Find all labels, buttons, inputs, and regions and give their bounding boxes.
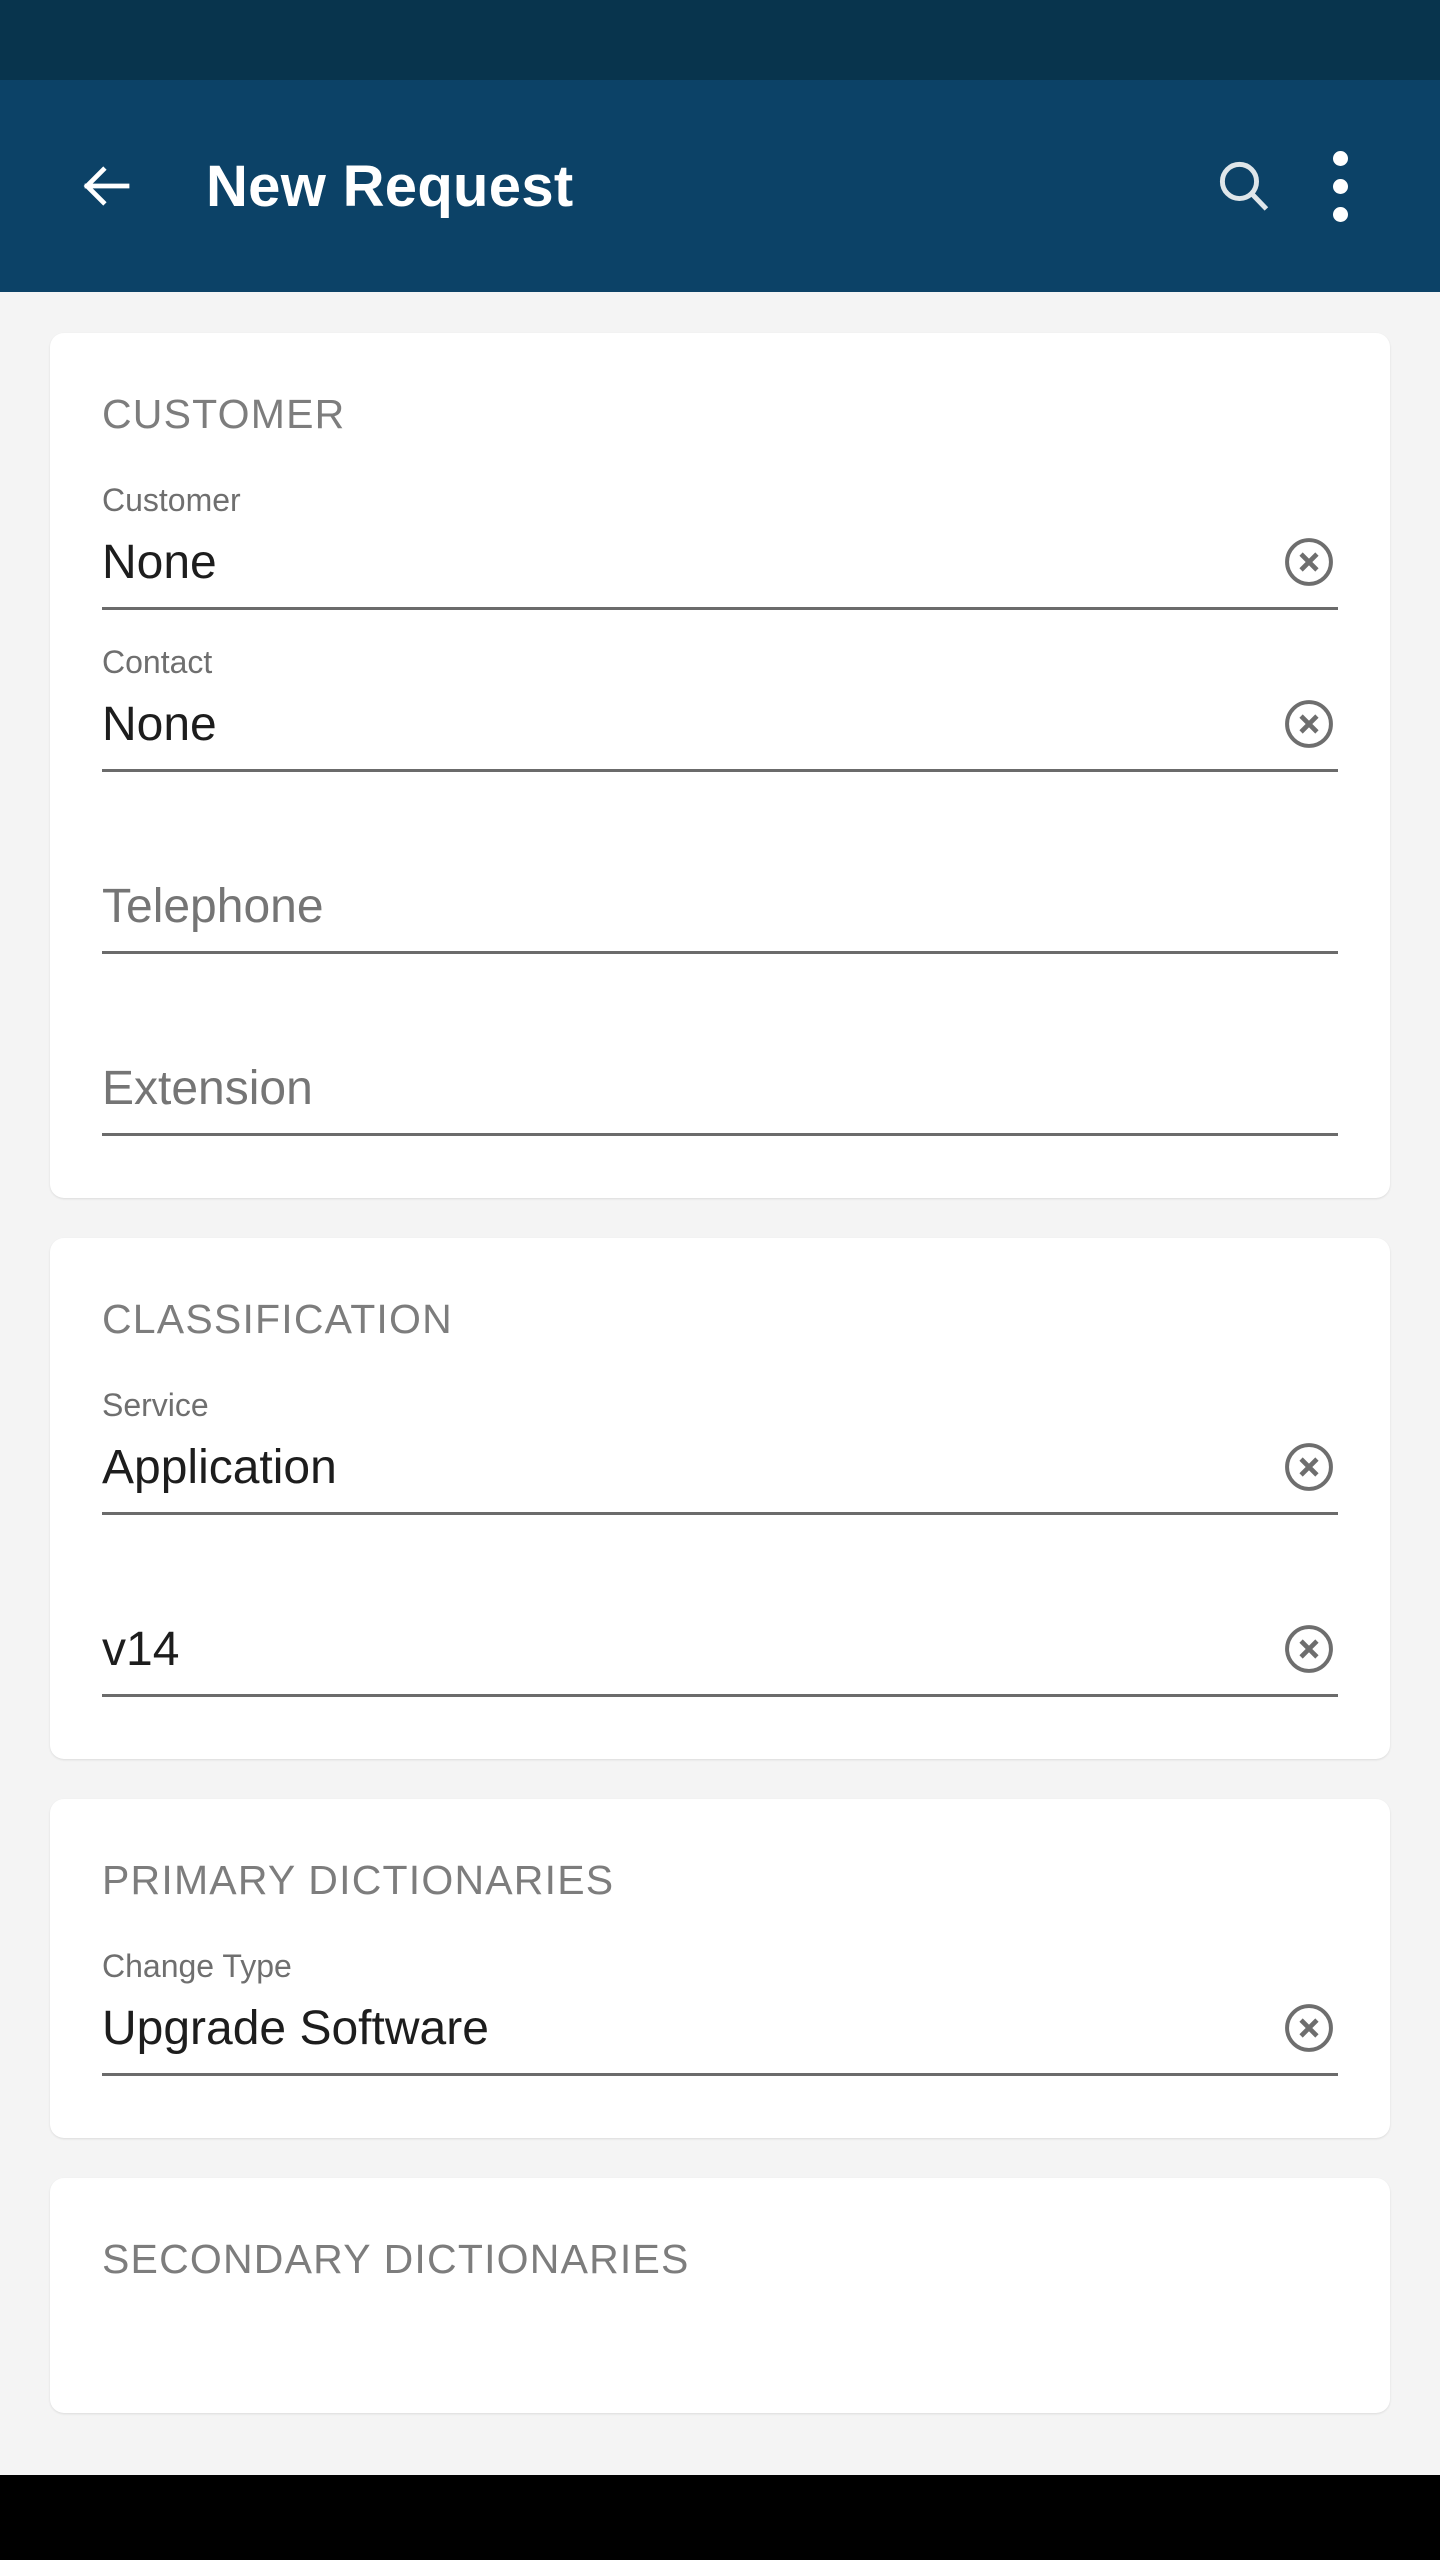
overflow-menu-button[interactable] xyxy=(1292,138,1388,234)
clear-field-button[interactable] xyxy=(1280,1438,1338,1496)
back-button[interactable] xyxy=(64,143,150,229)
field-input[interactable]: Extension xyxy=(102,1050,1338,1136)
form-field: Service Application xyxy=(102,1353,1338,1515)
section-card: CUSTOMER Customer None Contact None Telephone… xyxy=(50,333,1390,1198)
section-header: PRIMARY DICTIONARIES xyxy=(102,1857,615,1903)
form-field: Telephone xyxy=(102,772,1338,954)
field-input[interactable]: Application xyxy=(102,1429,1338,1515)
clear-icon xyxy=(1285,2004,1333,2052)
field-label-spacer xyxy=(102,986,1338,1050)
clear-icon xyxy=(1285,538,1333,586)
field-placeholder: Telephone xyxy=(102,880,324,933)
app-bar: New Request xyxy=(0,80,1440,292)
field-input[interactable]: Telephone xyxy=(102,868,1338,954)
card-bottom-padding xyxy=(102,2293,1338,2413)
field-label: Customer xyxy=(102,482,241,518)
field-label-spacer xyxy=(102,804,1338,868)
field-label: Change Type xyxy=(102,1948,292,1984)
field-value: None xyxy=(102,536,217,589)
form-field: Change Type Upgrade Software xyxy=(102,1914,1338,2076)
card-bottom-padding xyxy=(102,1697,1338,1759)
field-label: Contact xyxy=(102,644,213,680)
clear-icon xyxy=(1285,1443,1333,1491)
form-scroll-area[interactable]: CUSTOMER Customer None Contact None Telephone… xyxy=(0,292,1440,2475)
clear-icon xyxy=(1285,1625,1333,1673)
section-card: CLASSIFICATION Service Application v14 xyxy=(50,1238,1390,1759)
arrow-left-icon xyxy=(83,166,130,206)
clear-field-button[interactable] xyxy=(1280,1999,1338,2057)
search-button[interactable] xyxy=(1196,138,1292,234)
card-bottom-padding xyxy=(102,2076,1338,2138)
cards-container: CUSTOMER Customer None Contact None Telephone… xyxy=(0,333,1440,2413)
search-icon xyxy=(1219,161,1269,211)
form-field: Extension xyxy=(102,954,1338,1136)
field-value: Upgrade Software xyxy=(102,2002,489,2055)
field-label: Service xyxy=(102,1387,209,1423)
field-value: None xyxy=(102,698,217,751)
field-value: v14 xyxy=(102,1623,180,1676)
more-vertical-icon xyxy=(1332,150,1348,222)
form-field: Contact None xyxy=(102,610,1338,772)
clear-field-button[interactable] xyxy=(1280,533,1338,591)
system-navigation-bar xyxy=(0,2475,1440,2560)
section-header: SECONDARY DICTIONARIES xyxy=(102,2236,690,2282)
card-bottom-padding xyxy=(102,1136,1338,1198)
app-screen: New Request CUSTOMER Customer None Contact N… xyxy=(0,0,1440,2560)
field-input[interactable]: None xyxy=(102,524,1338,610)
section-card: SECONDARY DICTIONARIES xyxy=(50,2178,1390,2413)
field-label-spacer xyxy=(102,1547,1338,1611)
clear-field-button[interactable] xyxy=(1280,1620,1338,1678)
field-value: Application xyxy=(102,1441,337,1494)
clear-icon xyxy=(1285,700,1333,748)
section-card: PRIMARY DICTIONARIES Change Type Upgrade S… xyxy=(50,1799,1390,2138)
field-input[interactable]: Upgrade Software xyxy=(102,1990,1338,2076)
status-bar xyxy=(0,0,1440,80)
field-input[interactable]: None xyxy=(102,686,1338,772)
field-input[interactable]: v14 xyxy=(102,1611,1338,1697)
page-title: New Request xyxy=(206,153,574,219)
section-header: CUSTOMER xyxy=(102,391,346,437)
field-placeholder: Extension xyxy=(102,1062,313,1115)
section-header: CLASSIFICATION xyxy=(102,1296,453,1342)
form-field: v14 xyxy=(102,1515,1338,1697)
form-field: Customer None xyxy=(102,448,1338,610)
clear-field-button[interactable] xyxy=(1280,695,1338,753)
